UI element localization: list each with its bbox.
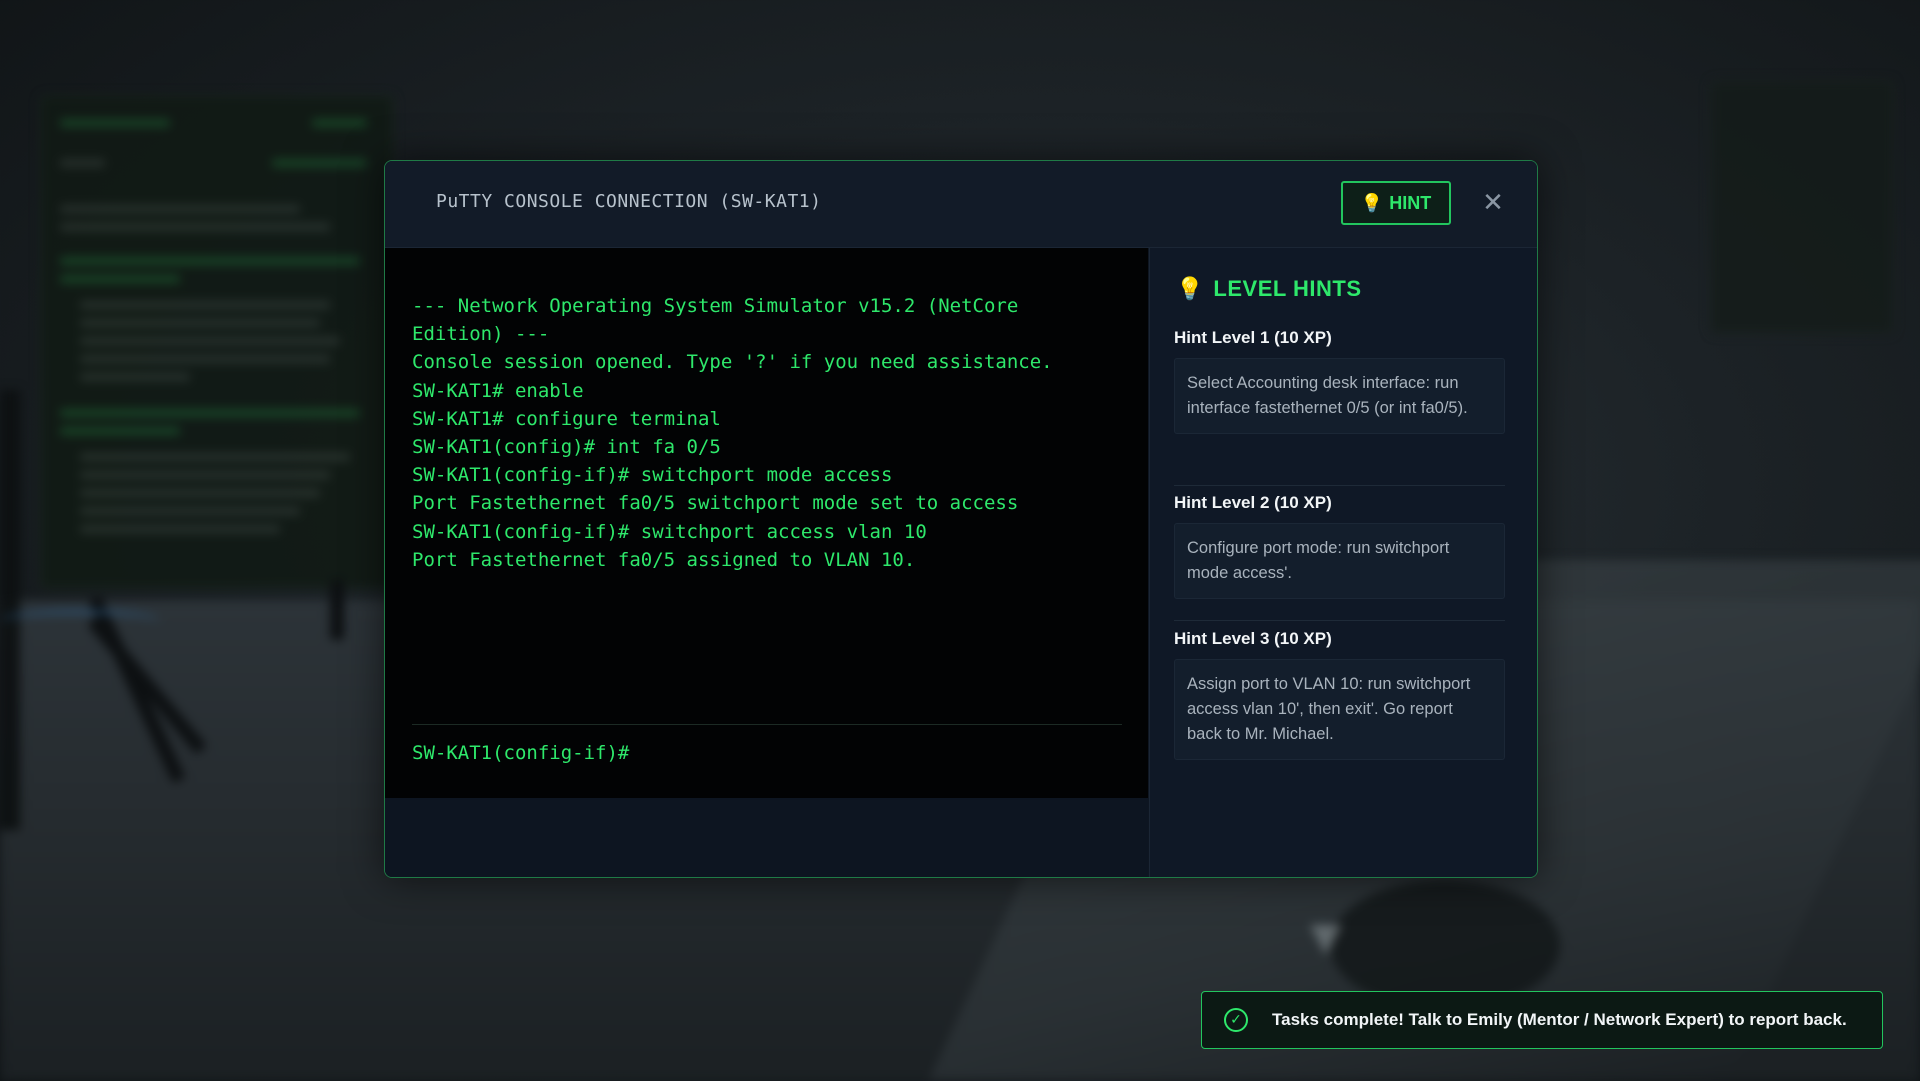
terminal-lines: --- Network Operating System Simulator v… <box>412 292 1112 574</box>
hint-divider <box>1174 620 1505 621</box>
hint-text: Configure port mode: run switchport mode… <box>1174 523 1505 599</box>
monitor-text-line <box>272 159 367 167</box>
hint-item-1: Hint Level 1 (10 XP) Select Accounting d… <box>1174 328 1505 434</box>
close-icon[interactable]: ✕ <box>1477 187 1509 219</box>
monitor-text-line <box>80 525 280 533</box>
terminal-line: SW-KAT1(config)# int fa 0/5 <box>412 436 721 459</box>
hints-heading: 💡 LEVEL HINTS <box>1176 276 1362 302</box>
desk-leg <box>330 580 344 640</box>
lightbulb-icon: 💡 <box>1176 276 1204 302</box>
modal-title: PuTTY CONSOLE CONNECTION (SW-KAT1) <box>436 191 822 212</box>
hint-text: Select Accounting desk interface: run in… <box>1174 358 1505 434</box>
cursor-marker <box>1310 925 1342 955</box>
hint-level-title: Hint Level 1 (10 XP) <box>1174 328 1332 347</box>
background-monitor-left <box>40 95 394 589</box>
task-complete-toast: ✓ Tasks complete! Talk to Emily (Mentor … <box>1201 991 1883 1049</box>
terminal-output[interactable]: --- Network Operating System Simulator v… <box>385 248 1148 798</box>
terminal-line: Console session opened. Type '?' if you … <box>412 351 1053 374</box>
check-circle-icon: ✓ <box>1224 1008 1248 1032</box>
monitor-text-line <box>312 119 367 127</box>
toast-message: Tasks complete! Talk to Emily (Mentor / … <box>1272 1010 1847 1029</box>
hint-divider <box>1174 485 1505 486</box>
hints-heading-title: LEVEL HINTS <box>1213 276 1362 301</box>
terminal-divider <box>412 724 1122 725</box>
monitor-text-line <box>80 489 320 497</box>
terminal-line: SW-KAT1# configure terminal <box>412 407 721 430</box>
monitor-text-line <box>80 373 190 381</box>
monitor-text-line <box>80 355 330 363</box>
pillar <box>0 390 20 830</box>
terminal-line: --- Network Operating System Simulator v… <box>412 295 1030 346</box>
monitor-text-line <box>60 159 105 167</box>
hint-level-title: Hint Level 3 (10 XP) <box>1174 629 1332 648</box>
monitor-text-line <box>80 507 300 515</box>
monitor-text-line <box>60 119 170 127</box>
monitor-text-line <box>60 257 360 265</box>
monitor-text-line <box>60 275 180 283</box>
terminal-line: Port Fastethernet fa0/5 switchport mode … <box>412 492 1019 515</box>
monitor-text-line <box>60 205 300 213</box>
hint-item-2: Hint Level 2 (10 XP) Configure port mode… <box>1174 493 1505 599</box>
monitor-text-line <box>60 409 360 417</box>
terminal-command-prompt[interactable]: SW-KAT1(config-if)# <box>412 738 1122 768</box>
terminal-line: Port Fastethernet fa0/5 assigned to VLAN… <box>412 548 916 571</box>
monitor-text-line <box>80 337 340 345</box>
terminal-line: SW-KAT1# enable <box>412 379 584 402</box>
cable <box>0 610 160 632</box>
console-modal: PuTTY CONSOLE CONNECTION (SW-KAT1) 💡 HIN… <box>384 160 1538 878</box>
monitor-text-line <box>80 319 320 327</box>
monitor-text-line <box>80 453 350 461</box>
hint-button-label: HINT <box>1389 192 1432 213</box>
hint-item-3: Hint Level 3 (10 XP) Assign port to VLAN… <box>1174 629 1505 760</box>
monitor-text-line <box>80 301 330 309</box>
monitor-text-line <box>60 427 180 435</box>
terminal-line: SW-KAT1(config-if)# switchport mode acce… <box>412 464 893 487</box>
hint-text: Assign port to VLAN 10: run switchport a… <box>1174 659 1505 760</box>
background-monitor-right <box>1710 80 1894 334</box>
modal-header: PuTTY CONSOLE CONNECTION (SW-KAT1) 💡 HIN… <box>385 161 1537 248</box>
terminal-line: SW-KAT1(config-if)# switchport access vl… <box>412 520 927 543</box>
hints-panel: 💡 LEVEL HINTS Hint Level 1 (10 XP) Selec… <box>1149 248 1537 877</box>
lightbulb-icon: 💡 <box>1360 192 1384 214</box>
monitor-text-line <box>80 471 330 479</box>
terminal-footer <box>385 798 1148 877</box>
hint-button[interactable]: 💡 HINT <box>1341 181 1451 225</box>
monitor-text-line <box>60 223 330 231</box>
hint-level-title: Hint Level 2 (10 XP) <box>1174 493 1332 512</box>
